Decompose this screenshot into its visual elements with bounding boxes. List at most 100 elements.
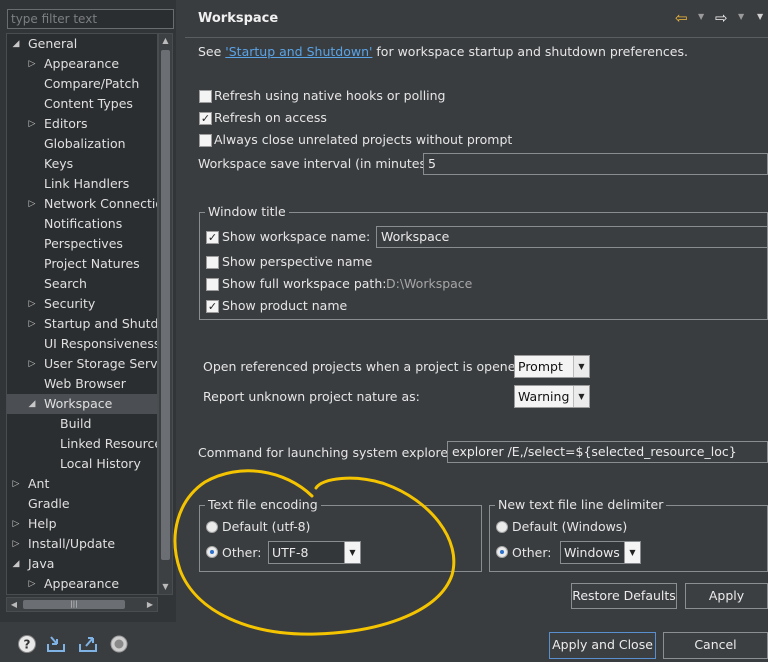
tree-item[interactable]: ▷ Startup and Shutdown bbox=[7, 314, 158, 334]
refresh-access-checkbox[interactable]: ✓ bbox=[199, 112, 212, 125]
tree-item[interactable]: Content Types bbox=[7, 94, 157, 114]
tree-item[interactable]: Local History bbox=[7, 454, 157, 474]
open-referenced-select[interactable]: Prompt ▼ bbox=[514, 355, 590, 378]
show-product-name-checkbox[interactable]: ✓ bbox=[206, 300, 219, 313]
tree-item[interactable]: Web Browser bbox=[7, 374, 157, 394]
delimiter-other-select[interactable]: Windows ▼ bbox=[560, 541, 641, 564]
forward-arrow-icon[interactable]: ⇨ bbox=[715, 9, 728, 27]
tree-item[interactable]: Linked Resources bbox=[7, 434, 158, 454]
unknown-nature-select[interactable]: Warning ▼ bbox=[514, 385, 590, 408]
tree-item[interactable]: Gradle bbox=[7, 494, 157, 514]
tree-item[interactable]: ◢ General bbox=[7, 34, 157, 54]
scroll-down-icon[interactable]: ▼ bbox=[159, 580, 172, 594]
collapse-icon[interactable]: ◢ bbox=[11, 554, 21, 574]
tree-item-label: Appearance bbox=[44, 576, 120, 591]
tree-item[interactable]: Notifications bbox=[7, 214, 157, 234]
vertical-scroll-thumb[interactable] bbox=[161, 50, 170, 560]
tree-item[interactable]: UI Responsiveness bbox=[7, 334, 158, 354]
tree-item[interactable]: ▷ User Storage Service bbox=[7, 354, 157, 374]
tree-item[interactable]: ▷ Appearance bbox=[7, 54, 157, 74]
scroll-up-icon[interactable]: ▲ bbox=[159, 34, 172, 48]
encoding-other-radio[interactable] bbox=[206, 546, 218, 558]
back-history-dropdown-icon[interactable]: ▼ bbox=[698, 12, 704, 21]
expand-icon[interactable]: ▷ bbox=[27, 114, 37, 134]
tree-item-label: Keys bbox=[44, 156, 74, 171]
tree-item[interactable]: Keys bbox=[7, 154, 157, 174]
apply-and-close-button[interactable]: Apply and Close bbox=[549, 632, 656, 659]
tree-item-label: Linked Resources bbox=[60, 436, 158, 451]
save-interval-input[interactable]: 5 bbox=[423, 153, 768, 175]
delimiter-default-radio[interactable] bbox=[496, 521, 508, 533]
tree-item-label: UI Responsiveness bbox=[44, 336, 158, 351]
help-icon[interactable]: ? bbox=[17, 634, 37, 654]
tree-item[interactable]: ▷ Network Connections bbox=[7, 194, 157, 214]
tree-item[interactable]: ◢ Java bbox=[7, 554, 157, 574]
cancel-button[interactable]: Cancel bbox=[663, 632, 768, 659]
tree-vertical-scrollbar[interactable]: ▲ ▼ bbox=[158, 33, 173, 595]
startup-shutdown-link[interactable]: 'Startup and Shutdown' bbox=[225, 44, 372, 59]
expand-icon[interactable]: ▷ bbox=[11, 514, 21, 534]
expand-icon[interactable]: ▷ bbox=[27, 314, 37, 334]
expand-icon[interactable]: ▷ bbox=[27, 294, 37, 314]
tree-item[interactable]: ▷ Appearance bbox=[7, 574, 157, 594]
encoding-other-select[interactable]: UTF-8 ▼ bbox=[268, 541, 361, 564]
tree-item-label: Startup and Shutdown bbox=[44, 316, 158, 331]
tree-item[interactable]: Build bbox=[7, 414, 157, 434]
tree-item[interactable]: ▷ Ant bbox=[7, 474, 157, 494]
import-icon[interactable] bbox=[46, 634, 66, 654]
expand-icon[interactable]: ▷ bbox=[27, 194, 37, 214]
expand-icon[interactable]: ▷ bbox=[27, 354, 37, 374]
horizontal-scroll-thumb[interactable]: ||| bbox=[23, 600, 125, 609]
restore-defaults-button[interactable]: Restore Defaults bbox=[571, 583, 677, 609]
tree-item[interactable]: Link Handlers bbox=[7, 174, 157, 194]
apply-button[interactable]: Apply bbox=[685, 583, 768, 609]
delimiter-other-radio[interactable] bbox=[496, 546, 508, 558]
tree-item[interactable]: Project Natures bbox=[7, 254, 157, 274]
encoding-other-value: UTF-8 bbox=[272, 545, 309, 560]
scroll-left-icon[interactable]: ◀ bbox=[7, 598, 21, 611]
expand-icon[interactable]: ▷ bbox=[11, 474, 21, 494]
refresh-native-checkbox[interactable] bbox=[199, 90, 212, 103]
tree-item[interactable]: Globalization bbox=[7, 134, 157, 154]
show-perspective-name-checkbox[interactable] bbox=[206, 256, 219, 269]
tree-item-label: Web Browser bbox=[44, 376, 126, 391]
expand-icon[interactable]: ▷ bbox=[11, 534, 21, 554]
oomph-record-icon[interactable] bbox=[109, 634, 129, 654]
collapse-icon[interactable]: ◢ bbox=[27, 394, 37, 414]
export-icon[interactable] bbox=[78, 634, 98, 654]
back-arrow-icon[interactable]: ⇦ bbox=[675, 9, 688, 27]
close-unrelated-checkbox[interactable] bbox=[199, 134, 212, 147]
view-menu-icon[interactable]: ▼ bbox=[757, 12, 763, 21]
tree-item[interactable]: ▷ Help bbox=[7, 514, 157, 534]
chevron-down-icon[interactable]: ▼ bbox=[573, 386, 589, 407]
tree-item[interactable]: Compare/Patch bbox=[7, 74, 157, 94]
filter-input[interactable] bbox=[7, 9, 174, 29]
tree-horizontal-scrollbar[interactable]: ◀ ||| ▶ bbox=[6, 597, 158, 612]
tree-item[interactable]: ▷ Security bbox=[7, 294, 157, 314]
chevron-down-icon[interactable]: ▼ bbox=[624, 542, 640, 563]
show-workspace-name-checkbox[interactable]: ✓ bbox=[206, 231, 219, 244]
forward-history-dropdown-icon[interactable]: ▼ bbox=[738, 12, 744, 21]
tree-item[interactable]: Perspectives bbox=[7, 234, 157, 254]
encoding-default-radio[interactable] bbox=[206, 521, 218, 533]
workspace-name-input[interactable]: Workspace bbox=[376, 226, 768, 248]
show-full-path-checkbox[interactable] bbox=[206, 278, 219, 291]
tree-item[interactable]: ▷ Editors bbox=[7, 114, 157, 134]
chevron-down-icon[interactable]: ▼ bbox=[573, 356, 589, 377]
tree-item-label: Network Connections bbox=[44, 196, 157, 211]
tree-item[interactable]: ◢ Workspace bbox=[7, 394, 157, 414]
expand-icon[interactable]: ▷ bbox=[27, 574, 37, 594]
tree-item[interactable]: Search bbox=[7, 274, 157, 294]
refresh-access-label: Refresh on access bbox=[214, 110, 327, 125]
expand-icon[interactable]: ▷ bbox=[27, 54, 37, 74]
open-referenced-value: Prompt bbox=[518, 359, 563, 374]
close-unrelated-label: Always close unrelated projects without … bbox=[214, 132, 513, 147]
delimiter-other-label: Other: bbox=[512, 545, 552, 560]
tree-item-label: Local History bbox=[60, 456, 141, 471]
tree-item[interactable]: ▷ Install/Update bbox=[7, 534, 157, 554]
tree-item-label: Project Natures bbox=[44, 256, 140, 271]
collapse-icon[interactable]: ◢ bbox=[11, 34, 21, 54]
explorer-command-input[interactable]: explorer /E,/select=${selected_resource_… bbox=[447, 441, 768, 463]
scroll-right-icon[interactable]: ▶ bbox=[143, 598, 157, 611]
chevron-down-icon[interactable]: ▼ bbox=[344, 542, 360, 563]
